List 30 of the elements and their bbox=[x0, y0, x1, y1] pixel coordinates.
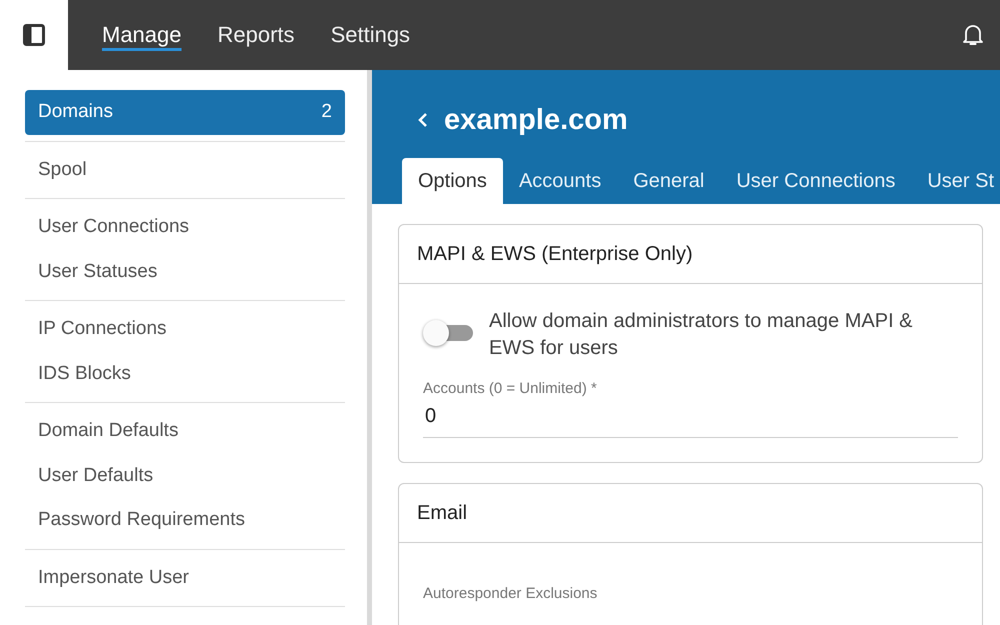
card-title: MAPI & EWS (Enterprise Only) bbox=[399, 225, 982, 284]
sidebar-item[interactable]: User Defaults bbox=[25, 454, 345, 498]
field-label: Autoresponder Exclusions bbox=[423, 584, 598, 604]
sidebar-item[interactable]: IDS Blocks bbox=[25, 352, 345, 396]
sidebar-item[interactable]: Impersonate User bbox=[25, 556, 345, 600]
tab[interactable]: General bbox=[617, 158, 720, 204]
nav-tab[interactable]: Reports bbox=[200, 22, 313, 48]
tab[interactable]: User Connections bbox=[720, 158, 912, 204]
tab[interactable]: Options bbox=[402, 158, 503, 204]
item-count: 2 bbox=[321, 100, 332, 124]
sidebar-toggle-icon[interactable] bbox=[23, 24, 45, 46]
page-title: example.com bbox=[444, 102, 628, 138]
sidebar-item[interactable]: User Statuses bbox=[25, 250, 345, 294]
field-label: Accounts (0 = Unlimited) * bbox=[423, 379, 598, 399]
notification-bell-icon[interactable] bbox=[962, 23, 984, 47]
toggle-switch[interactable] bbox=[423, 320, 473, 346]
sidebar-item[interactable]: Password Requirements bbox=[25, 498, 345, 542]
sidebar-item[interactable]: User Connections bbox=[25, 205, 345, 250]
sidebar-item[interactable]: IP Connections bbox=[25, 307, 345, 352]
tab[interactable]: Accounts bbox=[502, 158, 618, 204]
nav-tab[interactable]: Manage bbox=[84, 22, 200, 48]
toggle-label: Allow domain administrators to manage MAPI & EWS for users bbox=[489, 309, 914, 361]
sidebar-item[interactable]: Domain Defaults bbox=[25, 409, 345, 454]
sidebar-item[interactable]: Spool bbox=[25, 148, 345, 192]
back-chevron-icon[interactable] bbox=[418, 112, 428, 128]
tab[interactable]: User St bbox=[911, 158, 1000, 204]
nav-tab[interactable]: Settings bbox=[312, 22, 428, 48]
sidebar-item[interactable]: Domains 2 bbox=[25, 90, 345, 134]
input-field[interactable]: 0 bbox=[423, 400, 958, 438]
card-title: Email bbox=[399, 484, 982, 542]
